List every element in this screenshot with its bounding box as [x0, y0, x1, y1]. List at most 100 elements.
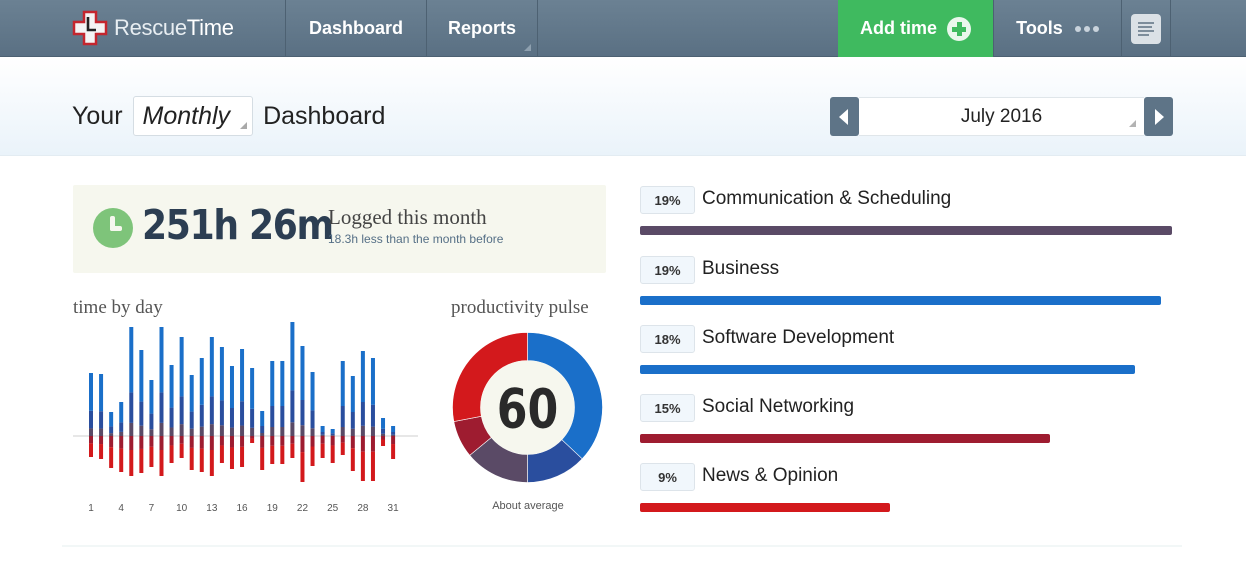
category-percent: 19%: [640, 256, 695, 284]
rescuetime-clock-cross-icon: [72, 10, 108, 46]
x-tick-label: 22: [297, 503, 309, 514]
chevron-right-icon: [1155, 109, 1164, 125]
distracting-segment: [99, 444, 104, 459]
day-bar[interactable]: [360, 351, 365, 481]
productive-segment: [290, 390, 295, 423]
category-name[interactable]: News & Opinion: [702, 465, 838, 487]
clock-icon: [93, 208, 133, 248]
day-bar[interactable]: [89, 373, 93, 457]
distracting-segment: [179, 436, 184, 444]
day-bar[interactable]: [381, 418, 386, 446]
day-bar[interactable]: [350, 376, 355, 471]
dashboard-header: Your Monthly Dashboard July 2016: [0, 58, 1246, 156]
tools-menu[interactable]: Tools: [993, 0, 1121, 57]
distracting-segment: [240, 436, 245, 447]
day-bar[interactable]: [199, 358, 204, 472]
productive-segment: [250, 408, 255, 428]
day-bar[interactable]: [109, 412, 114, 468]
nav-reports[interactable]: Reports: [426, 0, 538, 57]
x-tick-label: 7: [149, 503, 155, 514]
day-bar[interactable]: [129, 327, 134, 476]
day-bar[interactable]: [370, 358, 375, 481]
productive-segment: [350, 376, 355, 412]
x-tick-label: 31: [388, 503, 400, 514]
x-tick-label: 13: [206, 503, 218, 514]
productive-segment: [229, 366, 234, 408]
productive-segment: [199, 358, 204, 405]
day-bar[interactable]: [229, 366, 234, 469]
distracting-segment: [250, 438, 255, 443]
day-bar[interactable]: [391, 426, 396, 459]
productive-segment: [209, 337, 214, 397]
day-bar[interactable]: [300, 346, 305, 482]
productive-segment: [290, 322, 295, 391]
productivity-pulse-chart[interactable]: 60: [450, 330, 605, 485]
category-bar: [640, 503, 891, 512]
day-bar[interactable]: [119, 402, 124, 472]
productive-segment: [360, 351, 365, 402]
day-bar[interactable]: [260, 411, 265, 470]
day-bar[interactable]: [320, 426, 325, 458]
productive-segment: [139, 350, 144, 402]
logged-label: Logged this month: [328, 205, 487, 229]
category-name[interactable]: Business: [702, 258, 779, 280]
productive-segment: [209, 396, 214, 425]
date-select[interactable]: July 2016: [859, 97, 1144, 136]
dropdown-corner-icon: [240, 122, 248, 129]
day-bar[interactable]: [310, 372, 315, 466]
day-bar[interactable]: [209, 337, 214, 476]
productive-segment: [149, 429, 154, 436]
distracting-segment: [280, 445, 285, 464]
day-bar[interactable]: [280, 361, 285, 464]
day-bar[interactable]: [290, 322, 295, 458]
day-bar[interactable]: [149, 380, 154, 467]
list-view-button[interactable]: [1121, 0, 1171, 57]
distracting-segment: [139, 448, 144, 473]
productive-segment: [300, 346, 305, 400]
day-bar[interactable]: [99, 374, 104, 459]
time-by-day-chart[interactable]: 1 4 7 10 13 16 19 22 25 28 31: [70, 300, 425, 520]
day-bar[interactable]: [270, 361, 275, 464]
next-month-button[interactable]: [1144, 97, 1173, 136]
productive-segment: [179, 337, 184, 397]
day-bar[interactable]: [340, 361, 345, 455]
previous-month-button[interactable]: [830, 97, 859, 136]
day-bar[interactable]: [250, 368, 255, 443]
distracting-segment: [159, 436, 164, 450]
nav-dashboard[interactable]: Dashboard: [285, 0, 426, 57]
distracting-segment: [391, 436, 396, 445]
rescuetime-logo[interactable]: RescueTime: [72, 10, 234, 46]
productive-segment: [360, 425, 365, 436]
distracting-segment: [391, 444, 396, 459]
day-bar[interactable]: [219, 347, 224, 463]
list-icon: [1131, 13, 1161, 44]
category-percent: 19%: [640, 186, 695, 214]
productive-segment: [290, 422, 295, 436]
add-time-button[interactable]: Add time: [838, 0, 993, 57]
day-bar[interactable]: [240, 349, 245, 467]
day-bar[interactable]: [169, 365, 174, 463]
category-bar-track: [640, 503, 1172, 512]
distracting-segment: [129, 450, 134, 476]
productive-segment: [260, 411, 265, 426]
productive-segment: [340, 406, 345, 427]
logged-time-summary: 251h 26m Logged this month 18.3h less th…: [73, 185, 606, 273]
pulse-caption: About average: [492, 500, 564, 512]
day-bar[interactable]: [139, 350, 144, 473]
day-bar[interactable]: [330, 429, 335, 463]
day-bar[interactable]: [159, 327, 164, 476]
category-name[interactable]: Social Networking: [702, 396, 854, 418]
day-bar[interactable]: [189, 375, 194, 470]
category-name[interactable]: Communication & Scheduling: [702, 188, 951, 210]
period-select[interactable]: Monthly: [132, 96, 254, 136]
day-bar[interactable]: [179, 337, 184, 458]
productive-segment: [119, 422, 124, 432]
category-name[interactable]: Software Development: [702, 327, 894, 349]
distracting-segment: [169, 436, 174, 446]
distracting-segment: [179, 443, 184, 458]
productive-segment: [229, 427, 234, 436]
productive-segment: [330, 433, 335, 436]
productive-segment: [300, 425, 305, 436]
productivity-pulse-title: productivity pulse: [451, 297, 589, 318]
productive-segment: [99, 411, 104, 429]
